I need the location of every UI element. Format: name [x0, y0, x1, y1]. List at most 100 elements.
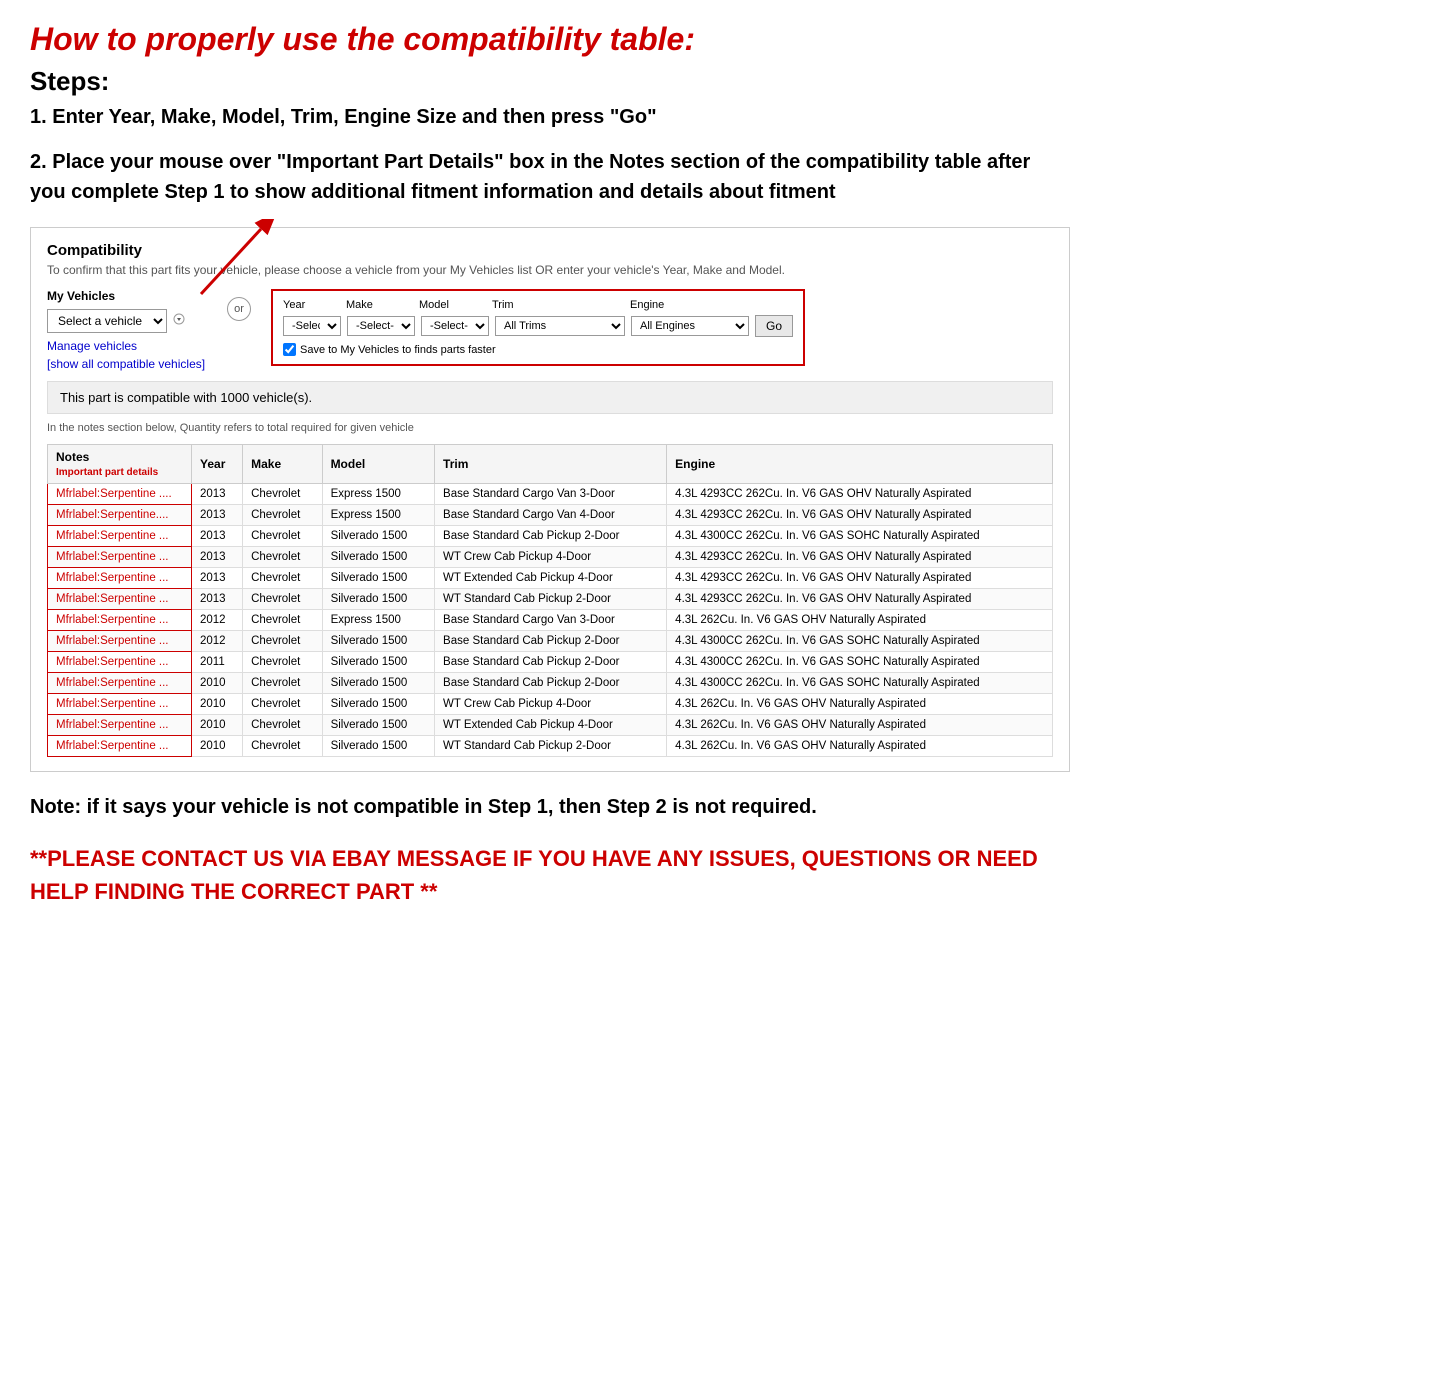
col-notes: Notes Important part details: [48, 445, 192, 484]
year-label: Year: [283, 299, 338, 311]
arrow-indicator: [181, 219, 281, 299]
table-row: Mfrlabel:Serpentine ... 2012 Chevrolet E…: [48, 610, 1053, 631]
make-select[interactable]: -Select-: [347, 316, 415, 336]
cell-trim: WT Extended Cab Pickup 4-Door: [435, 568, 667, 589]
cell-year: 2013: [192, 547, 243, 568]
cell-model: Silverado 1500: [322, 673, 434, 694]
trim-select[interactable]: All Trims: [495, 316, 625, 336]
cell-notes: Mfrlabel:Serpentine ...: [48, 673, 192, 694]
compat-subtitle: To confirm that this part fits your vehi…: [47, 263, 1053, 277]
cell-engine: 4.3L 4293CC 262Cu. In. V6 GAS OHV Natura…: [667, 568, 1053, 589]
cell-trim: Base Standard Cargo Van 3-Door: [435, 484, 667, 505]
cell-trim: WT Crew Cab Pickup 4-Door: [435, 694, 667, 715]
cell-model: Silverado 1500: [322, 736, 434, 757]
show-all-link[interactable]: [show all compatible vehicles]: [47, 357, 207, 371]
cell-engine: 4.3L 4293CC 262Cu. In. V6 GAS OHV Natura…: [667, 484, 1053, 505]
cell-make: Chevrolet: [243, 484, 322, 505]
table-row: Mfrlabel:Serpentine ... 2010 Chevrolet S…: [48, 736, 1053, 757]
note-text: Note: if it says your vehicle is not com…: [30, 792, 1070, 822]
cell-notes: Mfrlabel:Serpentine ...: [48, 631, 192, 652]
cell-engine: 4.3L 4293CC 262Cu. In. V6 GAS OHV Natura…: [667, 505, 1053, 526]
table-row: Mfrlabel:Serpentine ... 2013 Chevrolet S…: [48, 547, 1053, 568]
cell-notes: Mfrlabel:Serpentine ...: [48, 589, 192, 610]
step1-text: 1. Enter Year, Make, Model, Trim, Engine…: [30, 103, 1070, 131]
cell-engine: 4.3L 262Cu. In. V6 GAS OHV Naturally Asp…: [667, 610, 1053, 631]
cell-year: 2011: [192, 652, 243, 673]
my-vehicles-section: My Vehicles Select a vehicle Manage vehi…: [47, 289, 207, 371]
cell-make: Chevrolet: [243, 505, 322, 526]
engine-select[interactable]: All Engines: [631, 316, 749, 336]
cell-engine: 4.3L 4300CC 262Cu. In. V6 GAS SOHC Natur…: [667, 631, 1053, 652]
cell-trim: Base Standard Cab Pickup 2-Door: [435, 631, 667, 652]
cell-notes: Mfrlabel:Serpentine ...: [48, 610, 192, 631]
ymm-form: Year Make Model Trim Engine -Select- -Se…: [271, 289, 805, 366]
model-select[interactable]: -Select-: [421, 316, 489, 336]
cell-year: 2010: [192, 736, 243, 757]
go-button[interactable]: Go: [755, 315, 793, 337]
cell-year: 2013: [192, 568, 243, 589]
steps-heading: Steps:: [30, 66, 1070, 97]
col-year: Year: [192, 445, 243, 484]
cell-year: 2010: [192, 673, 243, 694]
cell-trim: WT Extended Cab Pickup 4-Door: [435, 715, 667, 736]
cell-make: Chevrolet: [243, 652, 322, 673]
cell-make: Chevrolet: [243, 568, 322, 589]
cell-engine: 4.3L 4293CC 262Cu. In. V6 GAS OHV Natura…: [667, 547, 1053, 568]
cell-make: Chevrolet: [243, 589, 322, 610]
col-notes-sub: Important part details: [56, 467, 158, 478]
cell-model: Silverado 1500: [322, 589, 434, 610]
table-row: Mfrlabel:Serpentine ... 2010 Chevrolet S…: [48, 694, 1053, 715]
cell-model: Silverado 1500: [322, 652, 434, 673]
cell-model: Silverado 1500: [322, 631, 434, 652]
cell-year: 2013: [192, 526, 243, 547]
col-engine: Engine: [667, 445, 1053, 484]
engine-label: Engine: [630, 299, 750, 311]
cell-notes: Mfrlabel:Serpentine....: [48, 505, 192, 526]
cell-model: Express 1500: [322, 505, 434, 526]
cell-model: Silverado 1500: [322, 547, 434, 568]
make-label: Make: [346, 299, 411, 311]
my-vehicles-label: My Vehicles: [47, 289, 207, 303]
cell-make: Chevrolet: [243, 736, 322, 757]
table-row: Mfrlabel:Serpentine .... 2013 Chevrolet …: [48, 484, 1053, 505]
cell-make: Chevrolet: [243, 547, 322, 568]
cell-trim: WT Crew Cab Pickup 4-Door: [435, 547, 667, 568]
cell-year: 2013: [192, 505, 243, 526]
cell-engine: 4.3L 4300CC 262Cu. In. V6 GAS SOHC Natur…: [667, 652, 1053, 673]
manage-vehicles-link[interactable]: Manage vehicles: [47, 339, 207, 353]
cell-notes: Mfrlabel:Serpentine ...: [48, 568, 192, 589]
cell-engine: 4.3L 262Cu. In. V6 GAS OHV Naturally Asp…: [667, 736, 1053, 757]
cell-notes: Mfrlabel:Serpentine ...: [48, 694, 192, 715]
year-select[interactable]: -Select-: [283, 316, 341, 336]
cell-trim: Base Standard Cargo Van 4-Door: [435, 505, 667, 526]
compatibility-section: Compatibility To confirm that this part …: [30, 227, 1070, 772]
table-row: Mfrlabel:Serpentine ... 2013 Chevrolet S…: [48, 589, 1053, 610]
cell-model: Silverado 1500: [322, 568, 434, 589]
cell-year: 2012: [192, 631, 243, 652]
cell-make: Chevrolet: [243, 694, 322, 715]
save-vehicles-checkbox[interactable]: [283, 343, 296, 356]
trim-label: Trim: [492, 299, 622, 311]
model-label: Model: [419, 299, 484, 311]
cell-trim: Base Standard Cab Pickup 2-Door: [435, 652, 667, 673]
col-model: Model: [322, 445, 434, 484]
quantity-note: In the notes section below, Quantity ref…: [47, 422, 1053, 434]
cell-trim: Base Standard Cab Pickup 2-Door: [435, 673, 667, 694]
vehicle-select[interactable]: Select a vehicle: [47, 309, 167, 333]
cell-notes: Mfrlabel:Serpentine ...: [48, 715, 192, 736]
cell-notes: Mfrlabel:Serpentine ....: [48, 484, 192, 505]
table-row: Mfrlabel:Serpentine ... 2010 Chevrolet S…: [48, 673, 1053, 694]
col-make: Make: [243, 445, 322, 484]
cell-model: Silverado 1500: [322, 694, 434, 715]
cell-notes: Mfrlabel:Serpentine ...: [48, 526, 192, 547]
cell-year: 2013: [192, 484, 243, 505]
cell-engine: 4.3L 4300CC 262Cu. In. V6 GAS SOHC Natur…: [667, 526, 1053, 547]
table-row: Mfrlabel:Serpentine ... 2013 Chevrolet S…: [48, 526, 1053, 547]
cell-model: Silverado 1500: [322, 526, 434, 547]
cell-trim: WT Standard Cab Pickup 2-Door: [435, 736, 667, 757]
or-separator: or: [227, 297, 251, 321]
compatible-count: This part is compatible with 1000 vehicl…: [47, 381, 1053, 414]
cell-make: Chevrolet: [243, 526, 322, 547]
cell-year: 2012: [192, 610, 243, 631]
compatibility-table: Notes Important part details Year Make M…: [47, 444, 1053, 757]
